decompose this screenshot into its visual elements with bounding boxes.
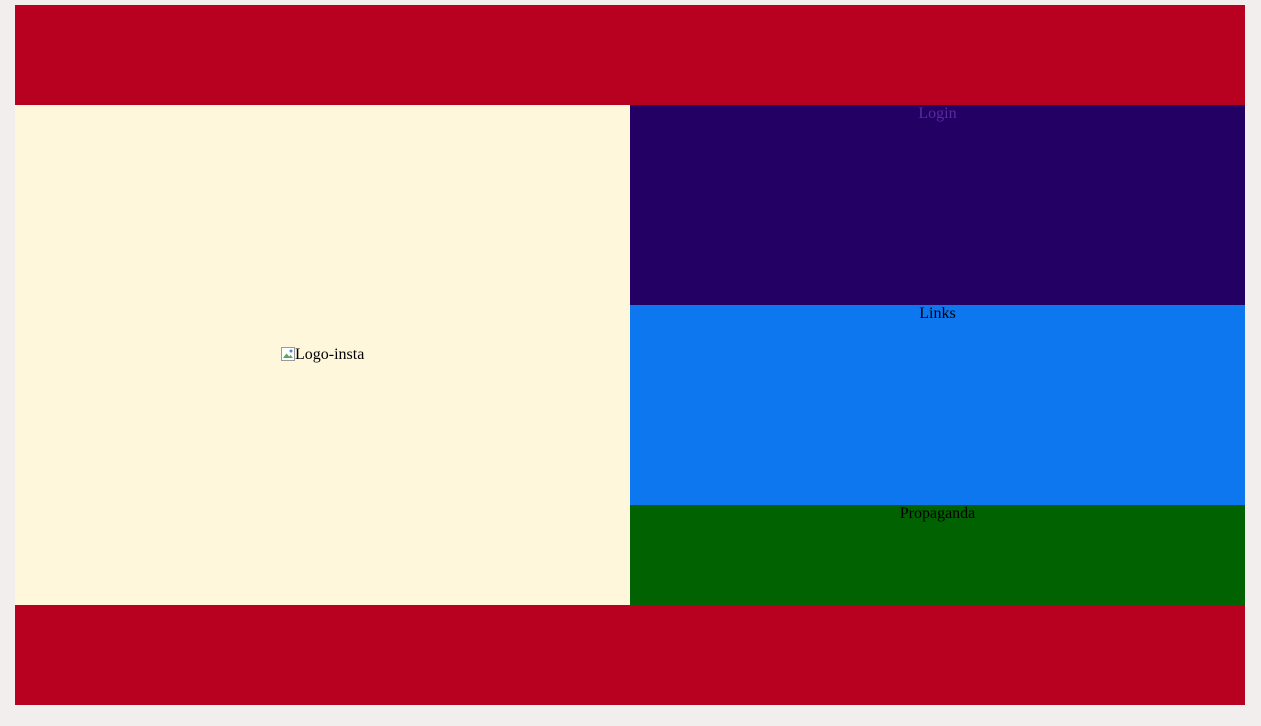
login-panel[interactable]: Login	[630, 105, 1245, 305]
links-panel: Links	[630, 305, 1245, 505]
propaganda-label: Propaganda	[899, 505, 976, 522]
links-label: Links	[919, 305, 956, 322]
login-label[interactable]: Login	[630, 105, 1245, 123]
footer-bar	[15, 605, 1245, 705]
logo-alt-text: Logo-insta	[295, 346, 365, 363]
logo-insta-image: Logo-insta	[280, 345, 364, 365]
main-content: Logo-insta	[15, 105, 630, 605]
page-frame: Logo-insta Login Links Propaganda	[15, 5, 1245, 705]
propaganda-panel: Propaganda	[630, 505, 1245, 605]
broken-image-icon	[281, 347, 295, 361]
header-bar	[15, 5, 1245, 105]
